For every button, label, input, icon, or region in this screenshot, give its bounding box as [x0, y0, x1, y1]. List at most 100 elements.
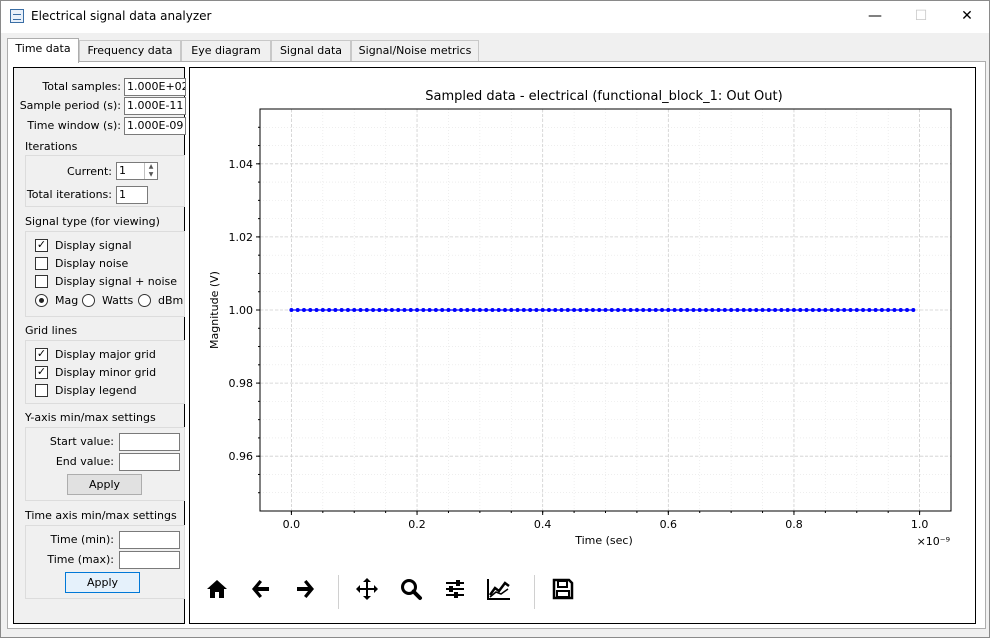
data-point: [722, 308, 727, 312]
signal-type-group: ✓ Display signal Display noise Display s…: [25, 231, 185, 317]
data-point: [559, 308, 564, 312]
tab-signal-data[interactable]: Signal data: [271, 40, 351, 62]
tab-time-data[interactable]: Time data: [7, 38, 79, 63]
display-signal-noise-label: Display signal + noise: [55, 275, 178, 288]
zoom-button[interactable]: [396, 577, 426, 607]
forward-button[interactable]: [290, 577, 320, 607]
data-point: [584, 308, 589, 312]
data-point: [339, 308, 344, 312]
maximize-button[interactable]: ☐: [898, 1, 944, 33]
time-max-field[interactable]: [119, 551, 180, 569]
data-point: [791, 308, 796, 312]
data-point: [735, 308, 740, 312]
dbm-radio[interactable]: [138, 294, 151, 307]
display-signal-noise-checkbox[interactable]: [35, 275, 48, 288]
display-noise-checkbox[interactable]: [35, 257, 48, 270]
axis-ticks: [256, 126, 921, 515]
watts-radio[interactable]: [82, 294, 95, 307]
data-point: [333, 308, 338, 312]
data-point: [509, 308, 514, 312]
app-window: Electrical signal data analyzer — ☐ ✕ Ti…: [0, 0, 990, 638]
data-point: [578, 308, 583, 312]
end-value-field[interactable]: [119, 453, 180, 471]
save-button[interactable]: [548, 577, 578, 607]
data-point: [396, 308, 401, 312]
data-point: [747, 308, 752, 312]
series-signal: [289, 308, 916, 312]
mag-radio[interactable]: [35, 294, 48, 307]
data-point: [565, 308, 570, 312]
data-point: [314, 308, 319, 312]
data-point: [779, 308, 784, 312]
x-axis-label: Time (sec): [574, 534, 633, 547]
home-button[interactable]: [202, 577, 232, 607]
tab-frequency-data[interactable]: Frequency data: [79, 40, 181, 62]
data-point: [691, 308, 696, 312]
display-signal-label: Display signal: [55, 239, 132, 252]
major-grid-checkbox[interactable]: ✓: [35, 348, 48, 361]
x-tick-label: 0.4: [534, 518, 552, 531]
data-point: [760, 308, 765, 312]
data-point: [546, 308, 551, 312]
data-point: [905, 308, 910, 312]
current-iteration-spinbox[interactable]: 1 ▲ ▼: [116, 162, 158, 180]
time-plot[interactable]: Sampled data - electrical (functional_bl…: [190, 68, 977, 568]
data-point: [490, 308, 495, 312]
data-point: [672, 308, 677, 312]
minor-grid-checkbox[interactable]: ✓: [35, 366, 48, 379]
tab-signal-noise-metrics[interactable]: Signal/Noise metrics: [351, 40, 479, 62]
data-point: [383, 308, 388, 312]
close-button[interactable]: ✕: [944, 1, 990, 33]
x-tick-labels: 0.0 0.2 0.4 0.6 0.8 1.0: [283, 518, 929, 531]
time-window-label: Time window (s):: [27, 119, 121, 132]
iterations-title: Iterations: [25, 140, 78, 153]
legend-checkbox[interactable]: [35, 384, 48, 397]
data-point: [804, 308, 809, 312]
x-tick-label: 0.8: [785, 518, 803, 531]
time-min-field[interactable]: [119, 531, 180, 549]
total-samples-field[interactable]: 1.000E+02: [124, 78, 186, 96]
sample-period-field[interactable]: 1.000E-11: [124, 97, 186, 115]
data-point: [854, 308, 859, 312]
data-point: [817, 308, 822, 312]
time-axis-settings-title: Time axis min/max settings: [25, 509, 177, 522]
data-point: [484, 308, 489, 312]
data-point: [327, 308, 332, 312]
pan-button[interactable]: [352, 577, 382, 607]
data-point: [502, 308, 507, 312]
data-point: [289, 308, 294, 312]
time-apply-button[interactable]: Apply: [65, 572, 140, 593]
spin-arrows-icon[interactable]: ▲ ▼: [144, 163, 157, 179]
minimize-button[interactable]: —: [852, 1, 898, 33]
edit-axis-button[interactable]: [484, 577, 514, 607]
yaxis-apply-button[interactable]: Apply: [67, 474, 142, 495]
data-point: [459, 308, 464, 312]
total-samples-label: Total samples:: [42, 80, 121, 93]
time-data-pane: Total samples: 1.000E+02 Sample period (…: [7, 61, 986, 629]
start-value-field[interactable]: [119, 433, 180, 451]
data-point: [829, 308, 834, 312]
data-point: [358, 308, 363, 312]
toolbar-separator: [534, 575, 535, 609]
data-point: [440, 308, 445, 312]
data-point: [389, 308, 394, 312]
data-point: [496, 308, 501, 312]
data-point: [377, 308, 382, 312]
dbm-label: dBm: [158, 294, 184, 307]
data-point: [798, 308, 803, 312]
time-window-field[interactable]: 1.000E-09: [124, 117, 186, 135]
total-iterations-field[interactable]: 1: [116, 186, 148, 204]
toolbar-separator: [338, 575, 339, 609]
grid-lines-group: ✓ Display major grid ✓ Display minor gri…: [25, 340, 185, 404]
data-point: [603, 308, 608, 312]
data-point: [408, 308, 413, 312]
tab-eye-diagram[interactable]: Eye diagram: [181, 40, 271, 62]
back-button[interactable]: [246, 577, 276, 607]
configure-subplots-button[interactable]: [440, 577, 470, 607]
data-point: [641, 308, 646, 312]
display-signal-checkbox[interactable]: ✓: [35, 239, 48, 252]
data-point: [867, 308, 872, 312]
data-point: [515, 308, 520, 312]
data-point: [471, 308, 476, 312]
start-value-label: Start value:: [49, 435, 114, 448]
